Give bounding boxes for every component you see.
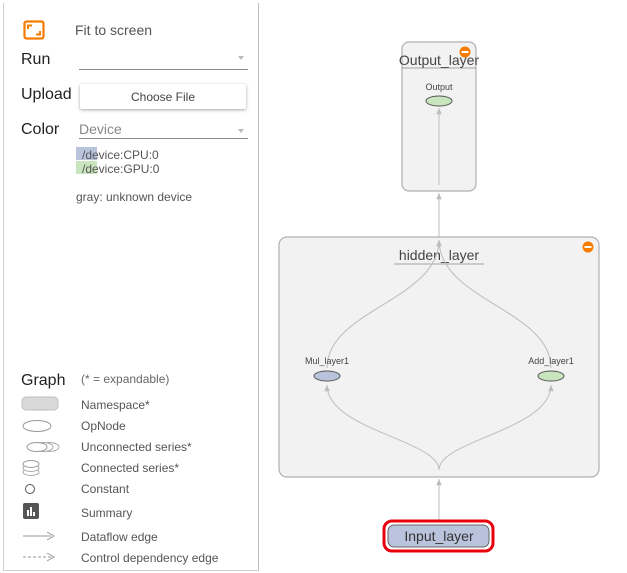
collapse-icon[interactable] bbox=[459, 46, 471, 58]
input-layer-node[interactable]: Input_layer bbox=[382, 519, 495, 553]
output-layer-namespace[interactable]: Output_layer Output bbox=[399, 41, 479, 192]
add-layer-label: Add_layer1 bbox=[528, 356, 574, 366]
hidden-layer-title: hidden_layer bbox=[399, 247, 480, 263]
output-node-label: Output bbox=[425, 82, 453, 92]
mul-layer-opnode[interactable] bbox=[313, 370, 341, 382]
input-layer-title: Input_layer bbox=[404, 528, 474, 544]
graph-canvas[interactable]: Output_layer Output hidden_layer Mul_lay… bbox=[0, 0, 627, 573]
collapse-icon[interactable] bbox=[582, 241, 594, 253]
mul-layer-label: Mul_layer1 bbox=[305, 356, 349, 366]
hidden-layer-namespace[interactable]: hidden_layer Mul_layer1 Add_layer1 bbox=[278, 236, 600, 478]
add-layer-opnode[interactable] bbox=[537, 370, 565, 382]
output-opnode[interactable] bbox=[425, 95, 453, 107]
